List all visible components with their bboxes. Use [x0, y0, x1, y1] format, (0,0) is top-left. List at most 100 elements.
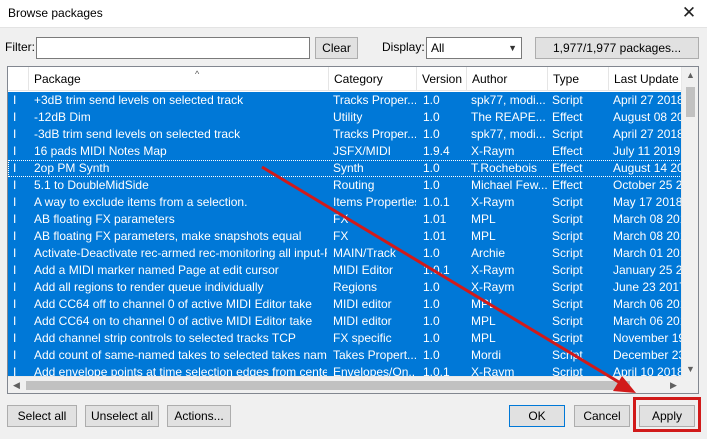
cell-last-update: July 11 2019: [613, 144, 681, 158]
actions-button[interactable]: Actions...: [167, 405, 231, 427]
cell-author: Mordi: [471, 348, 502, 362]
cell-package: A way to exclude items from a selection.: [34, 195, 248, 209]
cell-type: Effect: [552, 161, 583, 175]
cell-author: X-Raym: [471, 144, 515, 158]
vertical-scrollbar[interactable]: ▲ ▼: [681, 67, 698, 378]
column-header-author[interactable]: Author: [467, 67, 548, 91]
cell-last-update: March 08 201: [613, 212, 681, 226]
vertical-scroll-thumb[interactable]: [686, 87, 695, 117]
packages-count-button[interactable]: 1,977/1,977 packages...: [535, 37, 699, 59]
cell-version: 1.0: [423, 314, 440, 328]
clear-button[interactable]: Clear: [315, 37, 358, 59]
cell-type: Script: [552, 297, 583, 311]
cell-category: FX: [333, 212, 349, 226]
cell-version: 1.9.4: [423, 144, 450, 158]
cell-author: MPL: [471, 331, 496, 345]
cell-type: Effect: [552, 178, 583, 192]
cell-status: I: [13, 178, 17, 192]
cell-category: MIDI Editor: [333, 263, 394, 277]
cell-type: Script: [552, 331, 583, 345]
cell-version: 1.0: [423, 280, 440, 294]
table-row[interactable]: I Add all regions to render queue individ…: [8, 279, 682, 296]
cell-author: spk77, modi...: [471, 127, 546, 141]
cell-type: Effect: [552, 110, 583, 124]
table-row[interactable]: I -12dB Dim Utility 1.0 The REAPE... Effect Au…: [8, 109, 682, 126]
table-row[interactable]: I AB floating FX parameters FX 1.01 MPL Scrip…: [8, 211, 682, 228]
scroll-up-icon[interactable]: ▲: [682, 67, 698, 84]
cell-last-update: June 23 2017: [613, 280, 681, 294]
cell-status: I: [13, 195, 17, 209]
filter-input[interactable]: [36, 37, 310, 59]
cell-type: Script: [552, 280, 583, 294]
cell-last-update: May 17 2018: [613, 195, 681, 209]
cell-version: 1.0: [423, 110, 440, 124]
table-row[interactable]: I 16 pads MIDI Notes Map JSFX/MIDI 1.9.4 X-R…: [8, 143, 682, 160]
display-select[interactable]: All ▼: [426, 37, 522, 59]
close-icon[interactable]: ✕: [681, 3, 697, 23]
cell-last-update: March 08 201: [613, 229, 681, 243]
table-row[interactable]: I 2op PM Synth Synth 1.0 T.Rochebois Effect Au…: [8, 160, 682, 177]
cell-version: 1.01: [423, 212, 447, 226]
table-row[interactable]: I Add a MIDI marker named Page at edit cu…: [8, 262, 682, 279]
filter-label: Filter:: [5, 40, 35, 54]
table-row[interactable]: I 5.1 to DoubleMidSide Routing 1.0 Michael F…: [8, 177, 682, 194]
cell-category: MIDI editor: [333, 314, 392, 328]
cell-last-update: April 27 2018: [613, 127, 681, 141]
cell-package: Activate-Deactivate rec-armed rec-monito…: [34, 246, 327, 260]
cell-status: I: [13, 263, 17, 277]
column-header-version[interactable]: Version: [417, 67, 467, 91]
scroll-left-icon[interactable]: ◀: [8, 377, 25, 393]
cell-status: I: [13, 127, 17, 141]
unselect-all-button[interactable]: Unselect all: [85, 405, 159, 427]
ok-button[interactable]: OK: [509, 405, 565, 427]
cell-category: MIDI editor: [333, 297, 392, 311]
cell-author: X-Raym: [471, 263, 515, 277]
cell-type: Script: [552, 229, 583, 243]
table-row[interactable]: I +3dB trim send levels on selected track…: [8, 92, 682, 109]
cell-version: 1.0.1: [423, 263, 450, 277]
cell-category: Utility: [333, 110, 363, 124]
cell-category: Routing: [333, 178, 375, 192]
table-row[interactable]: I Activate-Deactivate rec-armed rec-monit…: [8, 245, 682, 262]
cell-status: I: [13, 93, 17, 107]
cell-status: I: [13, 331, 17, 345]
table-row[interactable]: I -3dB trim send levels on selected track…: [8, 126, 682, 143]
list-rows: I +3dB trim send levels on selected track…: [8, 92, 682, 381]
table-row[interactable]: I A way to exclude items from a selection…: [8, 194, 682, 211]
cell-last-update: March 06 201: [613, 297, 681, 311]
table-row[interactable]: I Add channel strip controls to selected …: [8, 330, 682, 347]
scroll-right-icon[interactable]: ▶: [665, 377, 682, 393]
cell-version: 1.0: [423, 348, 440, 362]
cell-last-update: August 08 20: [613, 110, 681, 124]
horizontal-scrollbar[interactable]: ◀ ▶: [8, 376, 682, 393]
column-header-category[interactable]: Category: [329, 67, 417, 91]
cell-author: T.Rochebois: [471, 161, 538, 175]
cell-status: I: [13, 314, 17, 328]
cell-version: 1.01: [423, 229, 447, 243]
cell-last-update: April 27 2018: [613, 93, 681, 107]
cell-package: Add CC64 on to channel 0 of active MIDI …: [34, 314, 313, 328]
cell-status: I: [13, 297, 17, 311]
cell-status: I: [13, 229, 17, 243]
table-row[interactable]: I Add count of same-named takes to select…: [8, 347, 682, 364]
table-row[interactable]: I AB floating FX parameters, make snapsho…: [8, 228, 682, 245]
package-list[interactable]: Package ^ Category Version Author Type L…: [7, 66, 699, 394]
cell-type: Script: [552, 314, 583, 328]
apply-highlight-box: [633, 397, 701, 432]
cell-version: 1.0: [423, 127, 440, 141]
column-header-type[interactable]: Type: [548, 67, 609, 91]
cell-status: I: [13, 110, 17, 124]
column-header-package[interactable]: Package ^: [29, 67, 329, 91]
cell-status: I: [13, 246, 17, 260]
cancel-button[interactable]: Cancel: [574, 405, 630, 427]
column-header-status[interactable]: [8, 67, 29, 91]
table-row[interactable]: I Add CC64 on to channel 0 of active MIDI…: [8, 313, 682, 330]
cell-category: FX: [333, 229, 349, 243]
select-all-button[interactable]: Select all: [7, 405, 77, 427]
table-row[interactable]: I Add CC64 off to channel 0 of active MID…: [8, 296, 682, 313]
cell-category: Synth: [333, 161, 364, 175]
cell-category: Regions: [333, 280, 378, 294]
column-header-last-update[interactable]: Last Update: [609, 67, 682, 91]
cell-last-update: March 06 201: [613, 314, 681, 328]
horizontal-scroll-thumb[interactable]: [26, 381, 630, 390]
